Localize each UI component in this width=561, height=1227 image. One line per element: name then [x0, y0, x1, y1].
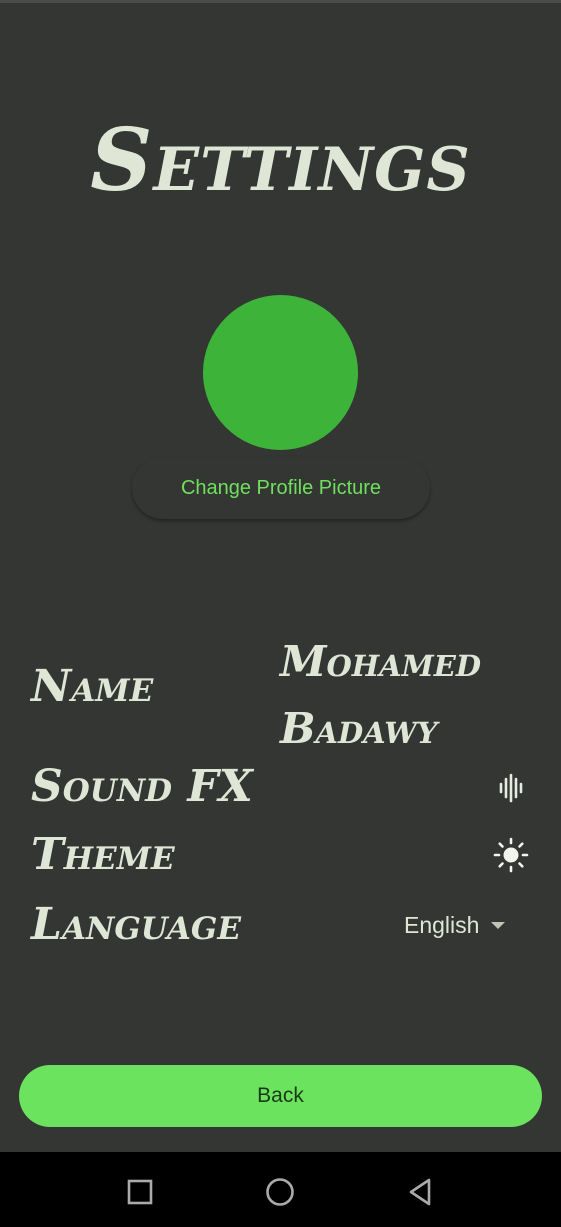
name-value: Mohamed Badawy	[280, 628, 540, 762]
sound-fx-label: Sound FX	[31, 761, 253, 812]
sun-icon-graphic	[493, 837, 529, 873]
status-bar-edge	[0, 0, 561, 3]
back-button[interactable]: Back	[19, 1065, 542, 1127]
name-label: Name	[31, 661, 154, 712]
page-title: Settings	[90, 110, 471, 211]
sound-wave-icon[interactable]	[491, 768, 531, 808]
language-dropdown[interactable]: English	[404, 905, 534, 945]
avatar[interactable]	[203, 295, 358, 450]
home-circle-icon-graphic	[266, 1178, 294, 1206]
change-profile-picture-button[interactable]: Change Profile Picture	[132, 457, 430, 519]
back-triangle-icon[interactable]	[400, 1172, 440, 1212]
sound-wave-icon-graphic	[499, 773, 523, 803]
recents-square-icon-graphic	[127, 1179, 153, 1205]
theme-label: Theme	[31, 829, 175, 880]
sun-icon[interactable]	[491, 835, 531, 875]
chevron-down-icon	[491, 921, 506, 929]
back-triangle-icon-graphic	[409, 1178, 431, 1206]
language-value: English	[404, 911, 480, 938]
language-label: Language	[31, 899, 242, 950]
system-navigation-bar	[0, 1152, 561, 1227]
name-value-first: Mohamed	[280, 637, 482, 686]
home-circle-icon[interactable]	[260, 1172, 300, 1212]
recents-square-icon[interactable]	[120, 1172, 160, 1212]
name-value-last: Badawy	[280, 704, 438, 753]
